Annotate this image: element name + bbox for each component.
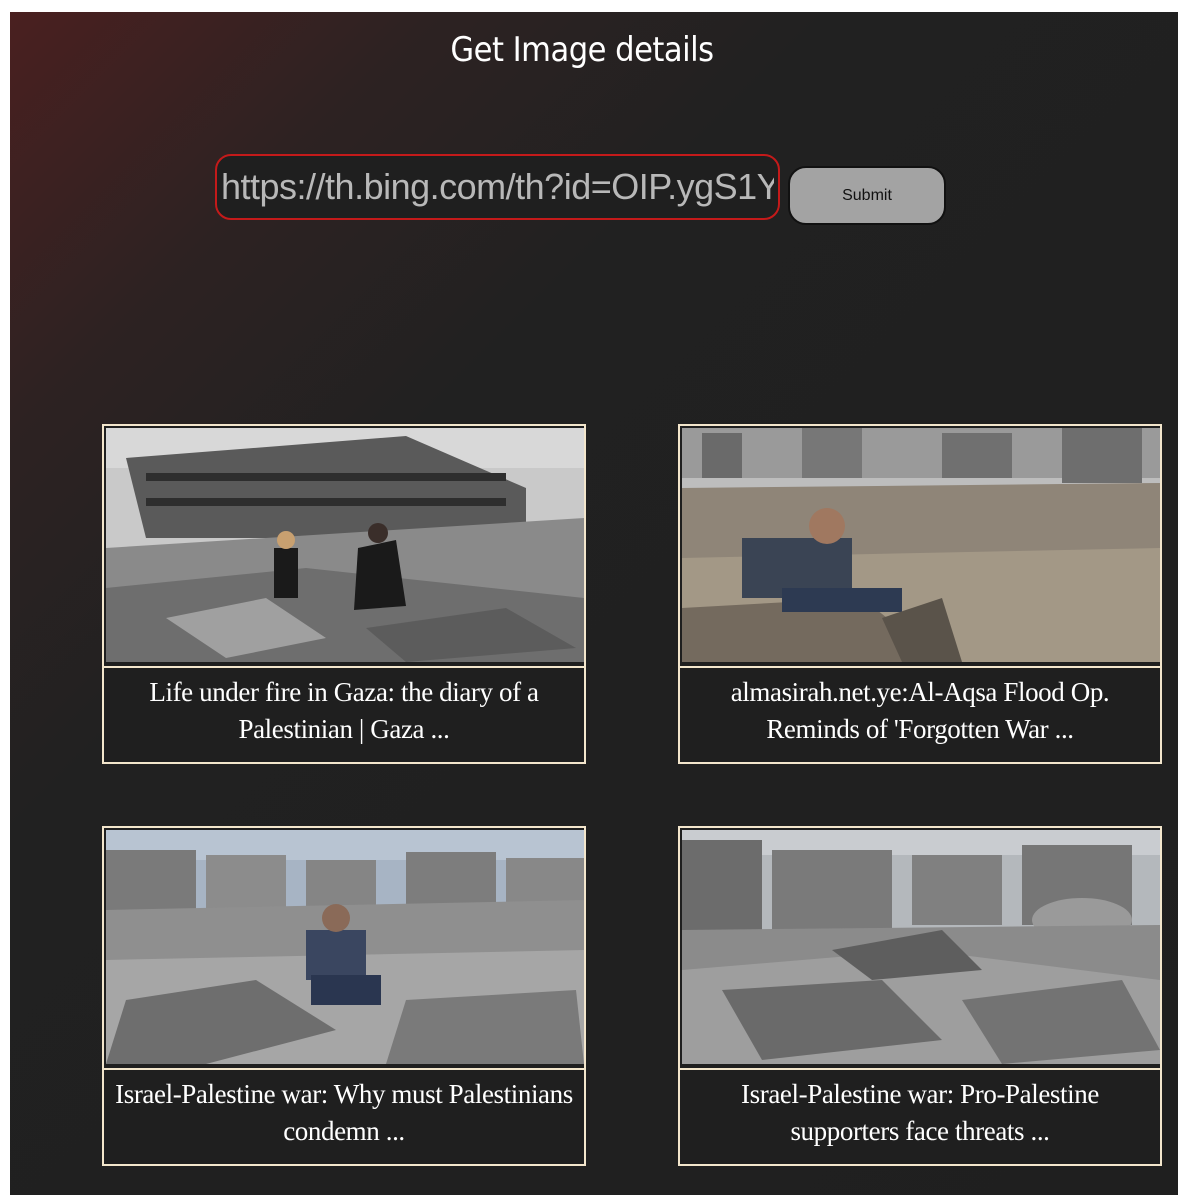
result-caption: Life under fire in Gaza: the diary of a … — [104, 666, 584, 762]
rubble-photo-icon — [682, 830, 1160, 1064]
page: Get Image details Submit Life under fire… — [10, 12, 1178, 1195]
result-caption: almasirah.net.ye:Al-Aqsa Flood Op. Remin… — [680, 666, 1160, 762]
result-card[interactable]: Israel-Palestine war: Pro-Palestine supp… — [678, 826, 1162, 1166]
image-url-input[interactable] — [215, 154, 780, 220]
result-image[interactable] — [106, 428, 584, 662]
rubble-photo-icon — [682, 428, 1160, 662]
result-caption: Israel-Palestine war: Why must Palestini… — [104, 1068, 584, 1164]
result-image[interactable] — [682, 428, 1160, 662]
result-card[interactable]: Israel-Palestine war: Why must Palestini… — [102, 826, 586, 1166]
result-card[interactable]: Life under fire in Gaza: the diary of a … — [102, 424, 586, 764]
page-title: Get Image details — [450, 30, 714, 70]
rubble-photo-icon — [106, 428, 584, 662]
result-image[interactable] — [682, 830, 1160, 1064]
result-caption: Israel-Palestine war: Pro-Palestine supp… — [680, 1068, 1160, 1164]
rubble-photo-icon — [106, 830, 584, 1064]
submit-button[interactable]: Submit — [788, 166, 946, 225]
result-card[interactable]: almasirah.net.ye:Al-Aqsa Flood Op. Remin… — [678, 424, 1162, 764]
result-image[interactable] — [106, 830, 584, 1064]
